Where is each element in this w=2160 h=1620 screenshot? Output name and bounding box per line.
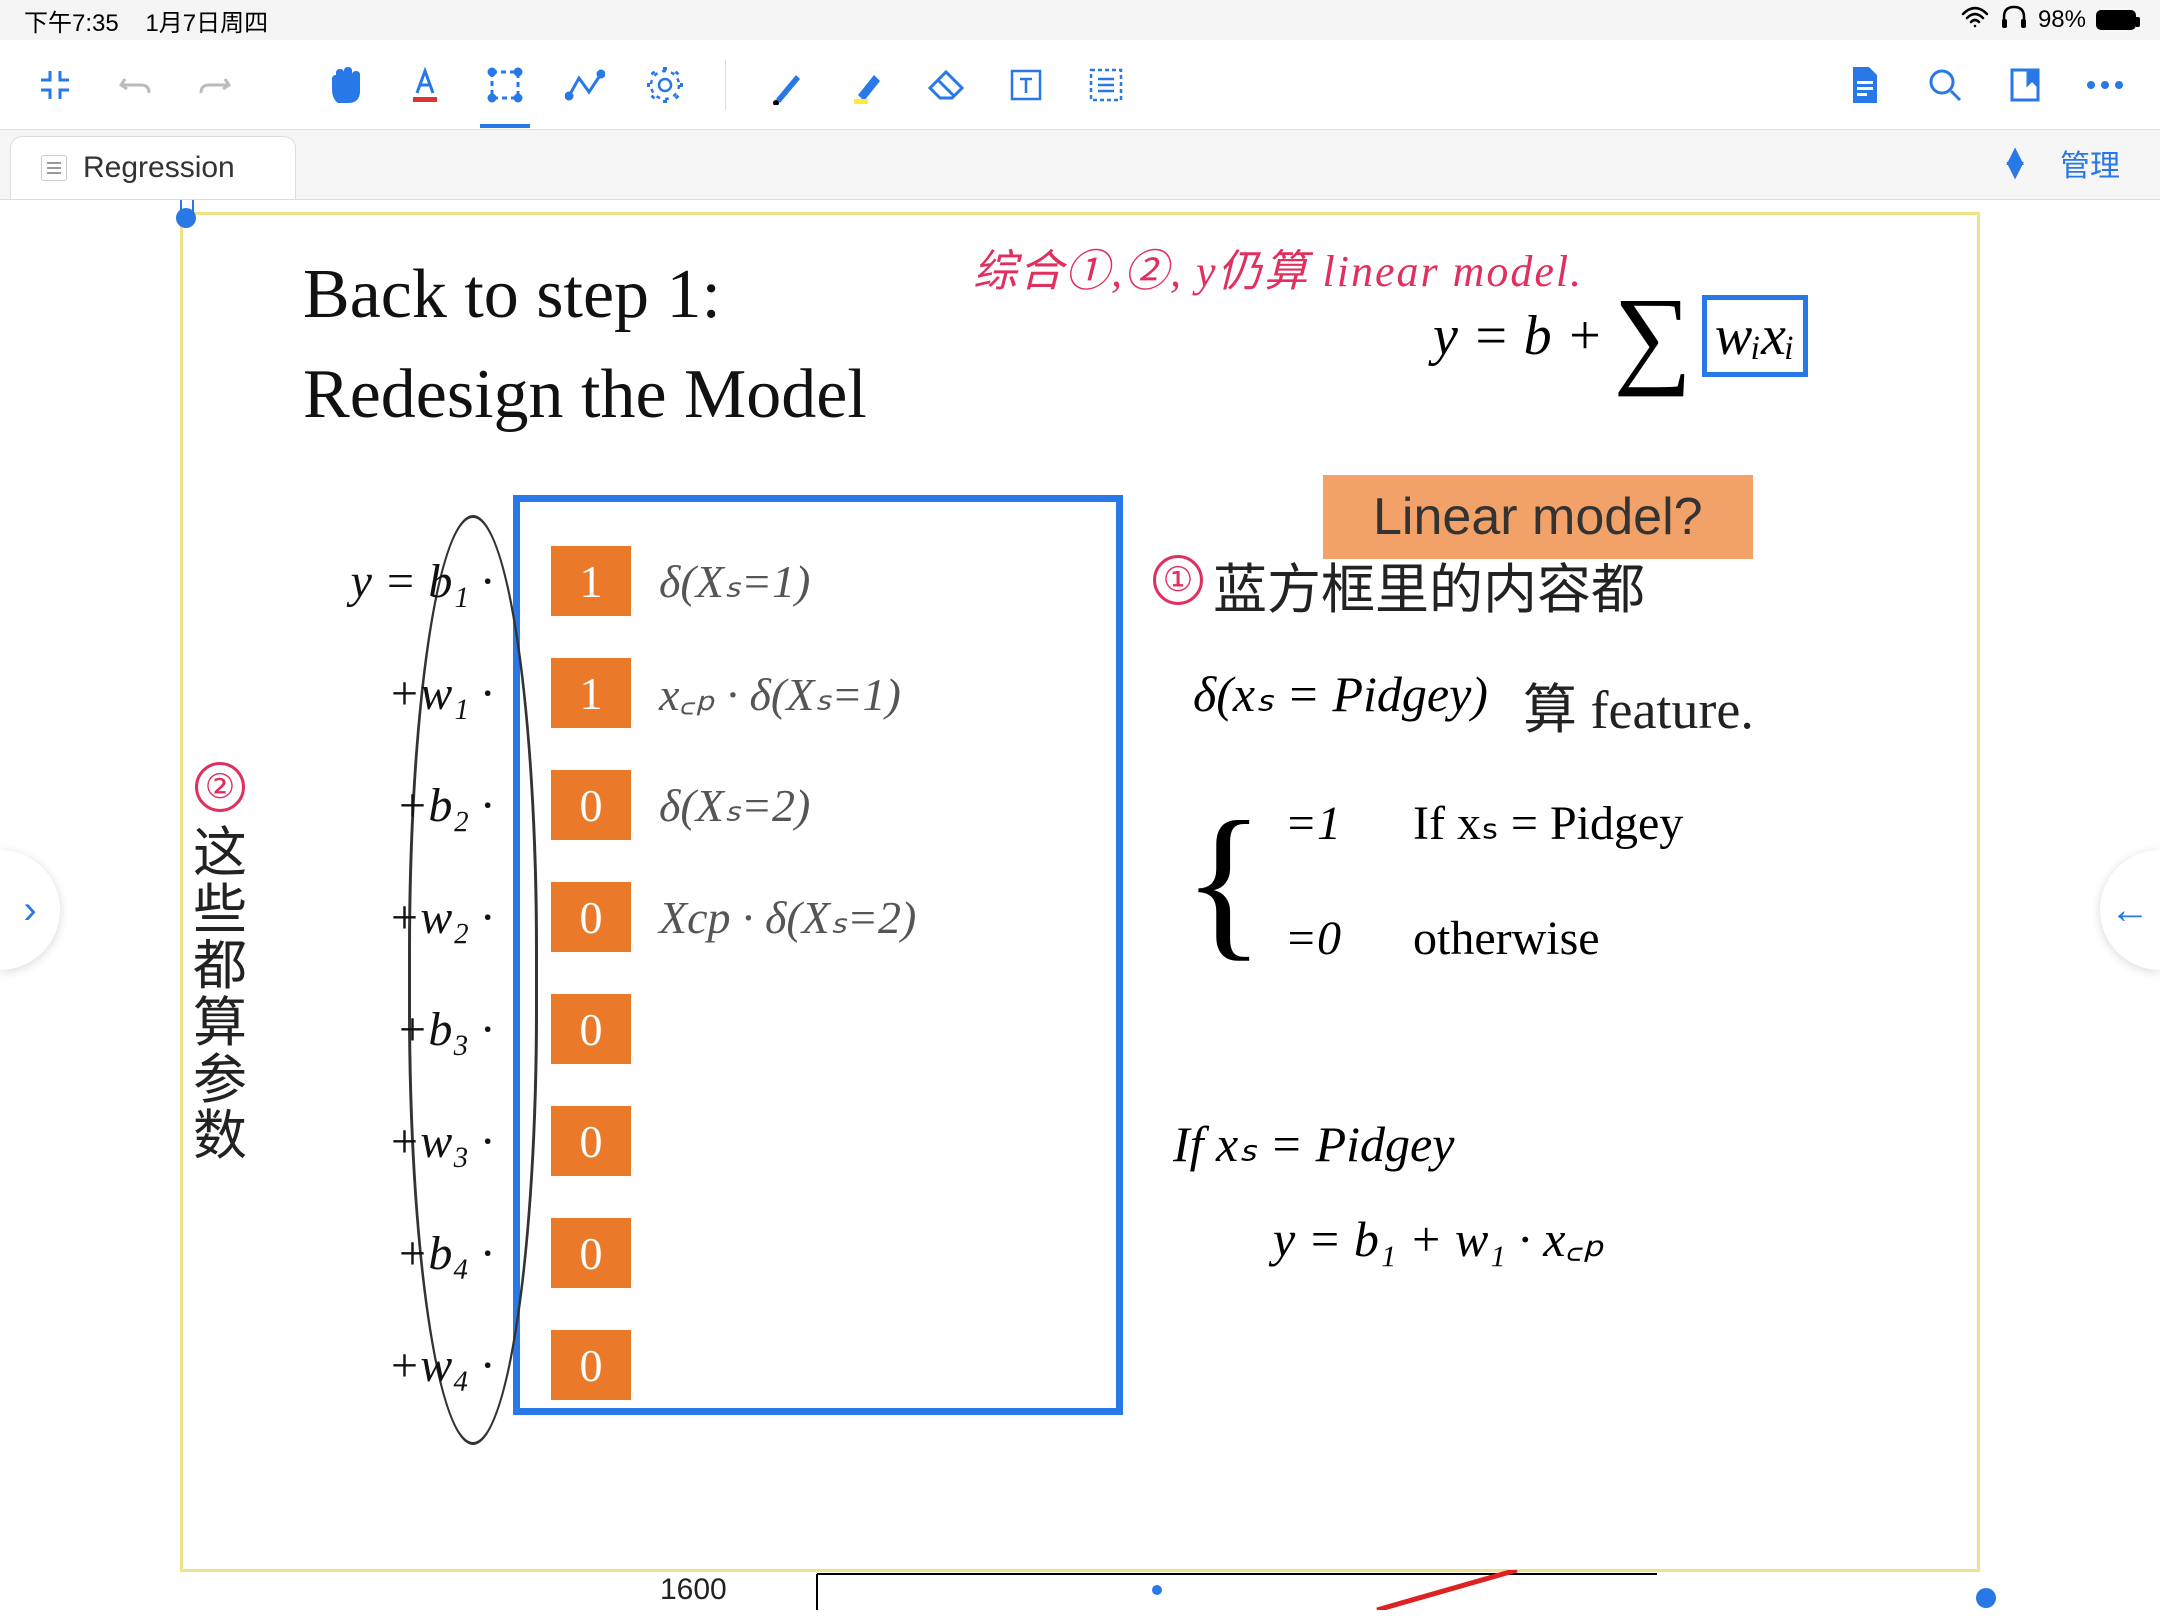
more-icon[interactable] [2070,50,2140,120]
eq-label-7: +w₄ · [283,1338,503,1393]
circle-2-icon: ② [195,762,245,812]
text-box-icon[interactable] [991,50,1061,120]
text-color-icon[interactable] [390,50,460,120]
annotation-right-1: 蓝方框里的内容都 [1213,545,1645,624]
eq-label-4: +b₃ · [283,1002,503,1057]
next-page-handle[interactable]: ← [2100,850,2160,970]
eq-row: +b₃ · 0 [283,973,916,1085]
brace-cond-1: If xₛ = Pidgey [1413,797,1683,850]
pen-icon[interactable] [751,50,821,120]
status-date: 1月7日周四 [145,10,268,37]
if-block: If xₛ = Pidgey y = b₁ + w₁ · x꜀ₚ [1173,1115,1604,1271]
fullscreen-exit-icon[interactable] [20,50,90,120]
redo-icon[interactable] [180,50,250,120]
crop-tool-icon[interactable] [470,50,540,120]
slide-title-1: Back to step 1: [303,255,721,335]
polyline-icon[interactable] [550,50,620,120]
bookmark-icon[interactable] [1990,50,2060,120]
eq-label-1: +w₁ · [283,666,503,721]
selection-handle-tl[interactable] [176,208,196,228]
equation-column: y = b₁ · 1 δ(Xₛ=1) +w₁ · 1 x꜀ₚ · δ(Xₛ=1)… [283,525,916,1421]
tab-bar: Regression ▲▼ 管理 [0,130,2160,200]
annotation-left-circle: ② [195,755,245,812]
eq-row: +w₄ · 0 [283,1309,916,1421]
eq-label-2: +b₂ · [283,778,503,833]
slide-content: Back to step 1: Redesign the Model 综合①,②… [180,212,1980,1572]
circle-1-icon: ① [1153,555,1203,605]
toolbar-separator [725,60,726,110]
status-right: 98% [1960,5,2136,36]
eq-label-6: +b₄ · [283,1226,503,1281]
sort-icon[interactable]: ▲▼ [2000,149,2030,177]
eq-row: +w₂ · 0 Xcp · δ(Xₛ=2) [283,861,916,973]
formula-y-eq: y = b + [1433,304,1603,368]
eraser-icon[interactable] [911,50,981,120]
battery-icon [2096,10,2136,30]
hand-note-3: Xcp · δ(Xₛ=2) [639,890,916,944]
hand-note-0: δ(Xₛ=1) [639,554,810,608]
settings-gear-icon[interactable] [630,50,700,120]
eq-label-3: +w₂ · [283,890,503,945]
formula-top: y = b + ∑ wᵢxᵢ [1433,295,1808,377]
orange-value-5: 0 [551,1106,631,1176]
wifi-icon [1960,6,1990,35]
highlighter-icon[interactable] [831,50,901,120]
annotation-right-circle: ① [1153,555,1203,605]
tab-regression[interactable]: Regression [10,136,296,199]
eq-row: +w₁ · 1 x꜀ₚ · δ(Xₛ=1) [283,637,916,749]
annotation-red-top: 综合①,②, y仍算 linear model. [973,235,1583,299]
brace-val-1: =1 [1285,797,1341,850]
status-bar: 下午7:35 1月7日周四 98% [0,0,2160,40]
orange-value-0: 1 [551,546,631,616]
orange-value-2: 0 [551,770,631,840]
prev-page-handle[interactable]: › [0,850,60,970]
annotation-left-text: 这些都算参数 [193,825,253,1165]
brace-val-2: =0 [1285,912,1341,965]
formula-wixi: wᵢxᵢ [1702,295,1808,377]
headphone-icon [2000,5,2028,36]
sigma-icon: ∑ [1613,296,1691,376]
selection-handle-br[interactable] [1976,1588,1996,1608]
eq-start: y = [351,555,417,608]
orange-value-7: 0 [551,1330,631,1400]
toolbar [0,40,2160,130]
orange-value-4: 0 [551,994,631,1064]
search-icon[interactable] [1910,50,1980,120]
chart-line-fragment [757,1570,1657,1610]
slide-title-2: Redesign the Model [303,355,867,435]
tab-title: Regression [83,151,235,185]
delta-expression: δ(xₛ = Pidgey) [1193,665,1488,723]
battery-percent: 98% [2038,6,2086,34]
orange-value-3: 0 [551,882,631,952]
eq-label-0: b₁ · [428,555,493,608]
orange-value-1: 1 [551,658,631,728]
status-left: 下午7:35 1月7日周四 [24,3,268,38]
document-icon[interactable] [1830,50,1900,120]
if-formula: y = b₁ + w₁ · x꜀ₚ [1273,1203,1604,1271]
undo-icon[interactable] [100,50,170,120]
hand-note-1: x꜀ₚ · δ(Xₛ=1) [639,662,901,724]
brace-icon: { [1183,821,1265,941]
tab-menu-icon[interactable] [41,155,67,181]
chart-tick-1600: 1600 [660,1573,727,1607]
annotation-right-2: 算 feature. [1523,665,1754,744]
brace-cond-2: otherwise [1413,912,1600,965]
eq-row: +w₃ · 0 [283,1085,916,1197]
eq-row: +b₄ · 0 [283,1197,916,1309]
select-list-icon[interactable] [1071,50,1141,120]
canvas-area[interactable]: › ← Back to step 1: Redesign the Model 综… [0,200,2160,1620]
status-time: 下午7:35 [24,10,119,37]
eq-row: +b₂ · 0 δ(Xₛ=2) [283,749,916,861]
eq-row: y = b₁ · 1 δ(Xₛ=1) [283,525,916,637]
bottom-chart-fragment: 1600 [660,1570,1657,1610]
piecewise-definition: { =1 If xₛ = Pidgey =0 otherwise [1183,795,1683,966]
orange-value-6: 0 [551,1218,631,1288]
if-condition: If xₛ = Pidgey [1173,1115,1604,1173]
hand-note-2: δ(Xₛ=2) [639,778,810,832]
eq-label-5: +w₃ · [283,1114,503,1169]
manage-button[interactable]: 管理 [2060,141,2120,185]
hand-tool-icon[interactable] [310,50,380,120]
